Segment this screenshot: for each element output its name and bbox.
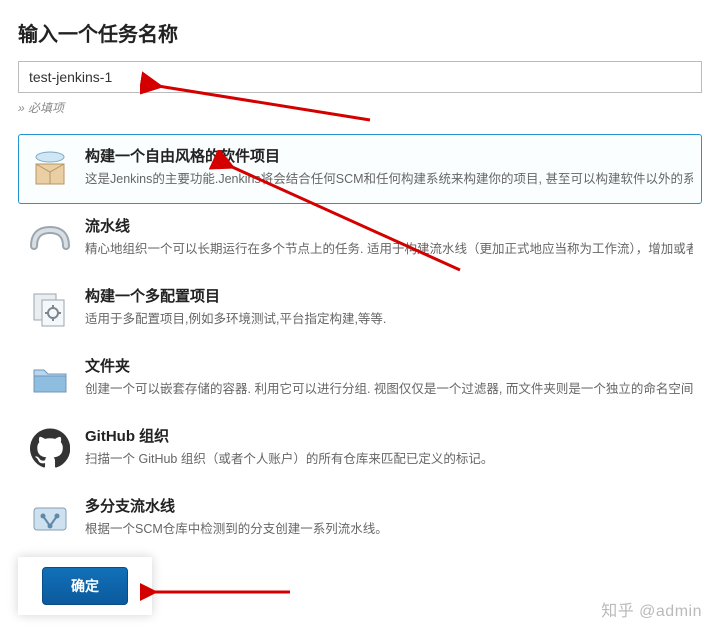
option-multiconfig[interactable]: 构建一个多配置项目 适用于多配置项目,例如多环境测试,平台指定构建,等等.	[18, 274, 702, 344]
option-title: 构建一个自由风格的软件项目	[85, 145, 693, 166]
page-title: 输入一个任务名称	[18, 18, 702, 47]
option-title: 流水线	[85, 215, 693, 236]
option-desc: 根据一个SCM仓库中检测到的分支创建一系列流水线。	[85, 520, 693, 539]
pipeline-icon	[27, 215, 73, 261]
folder-icon	[27, 355, 73, 401]
option-github-org[interactable]: GitHub 组织 扫描一个 GitHub 组织（或者个人账户）的所有仓库来匹配…	[18, 414, 702, 484]
option-title: 构建一个多配置项目	[85, 285, 693, 306]
footer-bar: 确定	[18, 557, 152, 615]
watermark: 知乎 @admin	[601, 597, 702, 621]
option-title: 多分支流水线	[85, 495, 693, 516]
ok-button[interactable]: 确定	[42, 567, 128, 605]
option-title: GitHub 组织	[85, 425, 693, 446]
multiconfig-icon	[27, 285, 73, 331]
project-type-list: 构建一个自由风格的软件项目 这是Jenkins的主要功能.Jenkins将会结合…	[18, 134, 702, 554]
github-icon	[27, 425, 73, 471]
option-folder[interactable]: 文件夹 创建一个可以嵌套存储的容器. 利用它可以进行分组. 视图仅仅是一个过滤器…	[18, 344, 702, 414]
option-freestyle[interactable]: 构建一个自由风格的软件项目 这是Jenkins的主要功能.Jenkins将会结合…	[18, 134, 702, 204]
option-desc: 精心地组织一个可以长期运行在多个节点上的任务. 适用于构建流水线（更加正式地应当…	[85, 240, 693, 259]
option-pipeline[interactable]: 流水线 精心地组织一个可以长期运行在多个节点上的任务. 适用于构建流水线（更加正…	[18, 204, 702, 274]
option-title: 文件夹	[85, 355, 693, 376]
option-desc: 适用于多配置项目,例如多环境测试,平台指定构建,等等.	[85, 310, 693, 329]
option-desc: 创建一个可以嵌套存储的容器. 利用它可以进行分组. 视图仅仅是一个过滤器, 而文…	[85, 380, 693, 399]
job-name-input[interactable]	[18, 61, 702, 93]
annotation-arrow	[140, 572, 300, 612]
option-desc: 扫描一个 GitHub 组织（或者个人账户）的所有仓库来匹配已定义的标记。	[85, 450, 693, 469]
option-desc: 这是Jenkins的主要功能.Jenkins将会结合任何SCM和任何构建系统来构…	[85, 170, 693, 189]
required-note: » 必填项	[18, 99, 702, 116]
option-multibranch[interactable]: 多分支流水线 根据一个SCM仓库中检测到的分支创建一系列流水线。	[18, 484, 702, 554]
multibranch-icon	[27, 495, 73, 541]
freestyle-icon	[27, 145, 73, 191]
